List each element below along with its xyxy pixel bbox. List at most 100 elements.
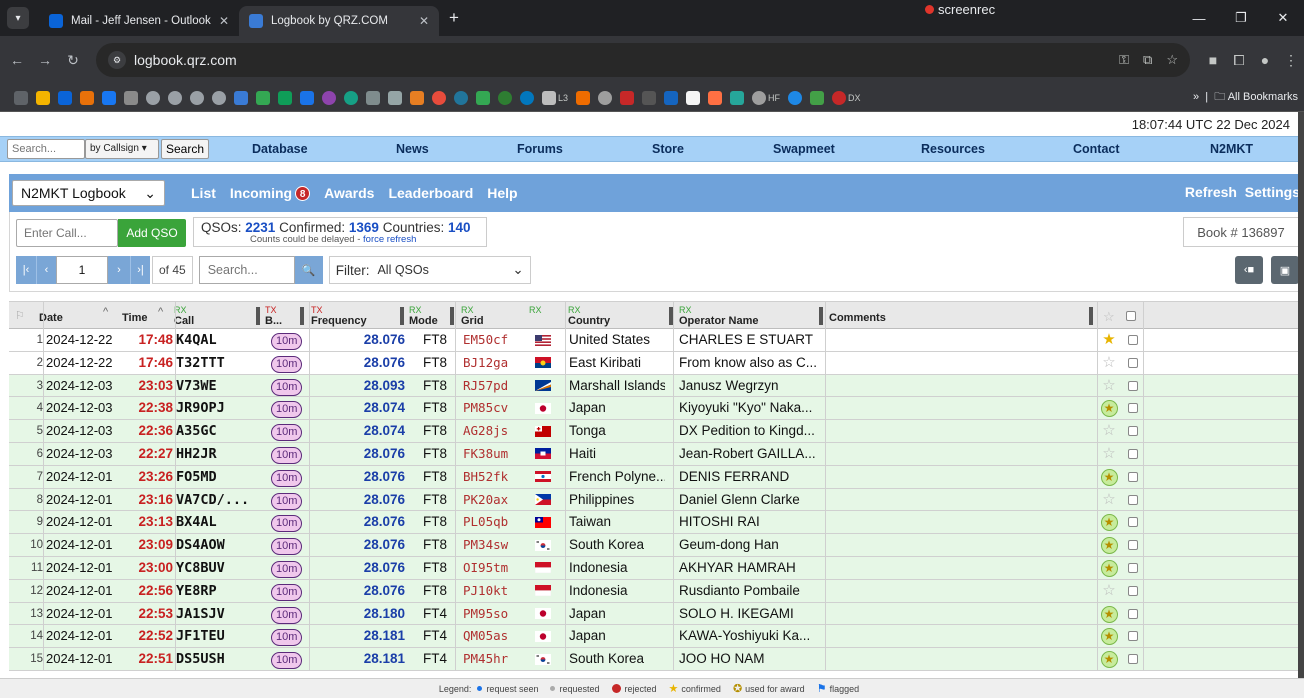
- bookmark-icon[interactable]: [234, 90, 248, 105]
- bookmark-label[interactable]: L3: [558, 93, 568, 103]
- search-icon[interactable]: 🔍: [294, 256, 323, 284]
- bookmark-icon[interactable]: [256, 90, 270, 105]
- bookmark-icon[interactable]: [388, 90, 402, 105]
- logbook-select[interactable]: N2MKT Logbook ⌄: [12, 180, 165, 206]
- column-resize-handle[interactable]: [450, 307, 454, 325]
- first-page-icon[interactable]: |‹: [16, 256, 36, 284]
- row-checkbox[interactable]: [1125, 397, 1141, 419]
- tab-search-icon[interactable]: ▾: [7, 7, 29, 29]
- checkbox[interactable]: [1128, 335, 1138, 345]
- used-for-award-icon[interactable]: ★: [1100, 537, 1118, 555]
- bookmark-icon[interactable]: [58, 90, 72, 105]
- column-resize-handle[interactable]: [400, 307, 404, 325]
- checkbox[interactable]: [1126, 311, 1136, 321]
- confirmation-status[interactable]: ☆: [1098, 489, 1120, 511]
- bookmark-icon[interactable]: [708, 90, 723, 105]
- site-search-button[interactable]: Search: [161, 139, 210, 159]
- menu-forums[interactable]: Forums: [517, 142, 563, 156]
- tab-outlook[interactable]: Mail - Jeff Jensen - Outlook ✕: [39, 6, 239, 36]
- nav-list[interactable]: List: [191, 185, 216, 201]
- bookmark-icon[interactable]: [752, 90, 767, 105]
- row-checkbox[interactable]: [1125, 511, 1141, 533]
- row-checkbox[interactable]: [1125, 534, 1141, 556]
- bookmark-icon[interactable]: [168, 90, 182, 105]
- col-country-label[interactable]: Country: [568, 315, 610, 327]
- column-resize-handle[interactable]: [1089, 307, 1093, 325]
- filter-value[interactable]: All QSOs: [377, 263, 512, 277]
- row-checkbox[interactable]: [1125, 648, 1141, 670]
- qso-callsign[interactable]: JR9OPJ: [175, 397, 267, 419]
- bookmark-icon[interactable]: [832, 90, 847, 105]
- row-checkbox[interactable]: [1125, 625, 1141, 647]
- confirmed-star-icon[interactable]: ★: [1102, 329, 1115, 351]
- refresh-link[interactable]: Refresh: [1185, 184, 1237, 200]
- menu-account[interactable]: N2MKT: [1210, 142, 1253, 156]
- site-info-icon[interactable]: ⚙: [108, 51, 126, 69]
- all-bookmarks-label[interactable]: All Bookmarks: [1228, 91, 1298, 103]
- export-icon[interactable]: ‹■: [1235, 256, 1263, 284]
- confirmation-status[interactable]: ★: [1098, 397, 1120, 419]
- confirmation-status[interactable]: ★: [1098, 603, 1120, 625]
- used-for-award-icon[interactable]: ★: [1100, 468, 1118, 486]
- row-checkbox[interactable]: [1125, 603, 1141, 625]
- col-frequency-label[interactable]: Frequency: [311, 315, 367, 327]
- nav-incoming-label[interactable]: Incoming: [230, 185, 292, 201]
- unconfirmed-star-icon[interactable]: ☆: [1102, 443, 1115, 465]
- table-row[interactable]: 3 2024-12-03 23:03 V73WE 10m 28.093 FT8 RJ57pd M…: [9, 374, 1304, 398]
- bookmark-icon[interactable]: [498, 90, 512, 105]
- unconfirmed-star-icon[interactable]: ☆: [1102, 580, 1115, 602]
- nav-awards[interactable]: Awards: [324, 185, 374, 201]
- bookmark-icon[interactable]: [190, 90, 204, 105]
- bookmark-star-icon[interactable]: ☆: [1166, 52, 1178, 68]
- qso-callsign[interactable]: FO5MD: [175, 466, 267, 488]
- row-checkbox[interactable]: [1125, 489, 1141, 511]
- checkbox[interactable]: [1128, 562, 1138, 573]
- bookmark-icon[interactable]: [344, 90, 358, 105]
- confirmation-status[interactable]: ☆: [1098, 352, 1120, 374]
- used-for-award-icon[interactable]: ★: [1100, 651, 1118, 669]
- qso-callsign[interactable]: JA1SJV: [175, 603, 267, 625]
- bookmark-icon[interactable]: [542, 90, 556, 105]
- menu-contact[interactable]: Contact: [1073, 142, 1120, 156]
- col-call-label[interactable]: Call: [174, 315, 194, 327]
- bookmark-icon[interactable]: [146, 90, 160, 105]
- tab-logbook[interactable]: Logbook by QRZ.COM ✕: [239, 6, 439, 36]
- checkbox[interactable]: [1128, 517, 1138, 528]
- checkbox[interactable]: [1128, 426, 1138, 437]
- table-row[interactable]: 15 2024-12-01 22:51 DS5USH 10m 28.181 FT4 PM45h…: [9, 648, 1304, 671]
- table-row[interactable]: 14 2024-12-01 22:52 JF1TEU 10m 28.181 FT4 QM05a…: [9, 625, 1304, 649]
- row-checkbox[interactable]: [1125, 466, 1141, 488]
- kebab-menu-icon[interactable]: ⋮: [1278, 52, 1304, 69]
- used-for-award-icon[interactable]: ★: [1100, 514, 1118, 532]
- install-app-icon[interactable]: ⧉: [1143, 52, 1152, 68]
- checkbox[interactable]: [1128, 471, 1138, 482]
- checkbox[interactable]: [1128, 403, 1138, 414]
- restore-icon[interactable]: ❐: [1220, 10, 1262, 26]
- bookmark-icon[interactable]: [410, 90, 424, 105]
- confirmation-status[interactable]: ★: [1098, 511, 1120, 533]
- back-icon[interactable]: ←: [6, 52, 28, 68]
- qso-callsign[interactable]: DS5USH: [175, 648, 267, 670]
- bookmark-icon[interactable]: [212, 90, 226, 105]
- column-resize-handle[interactable]: [300, 307, 304, 325]
- qso-callsign[interactable]: T32TTT: [175, 352, 267, 374]
- row-checkbox[interactable]: [1125, 443, 1141, 465]
- row-checkbox[interactable]: [1125, 580, 1141, 602]
- qso-callsign[interactable]: V73WE: [175, 375, 267, 397]
- password-key-icon[interactable]: ⚿: [1119, 52, 1129, 68]
- next-page-icon[interactable]: ›: [108, 256, 130, 284]
- enter-call-input[interactable]: [16, 219, 118, 247]
- omnibox[interactable]: ⚙ logbook.qrz.com ⚿ ⧉ ☆: [96, 43, 1190, 77]
- col-grid-label[interactable]: Grid: [461, 315, 484, 327]
- column-resize-handle[interactable]: [256, 307, 260, 325]
- all-bookmarks[interactable]: » | 🗀 All Bookmarks: [1193, 88, 1304, 107]
- table-row[interactable]: 9 2024-12-01 23:13 BX4AL 10m 28.076 FT8 PL05qb T…: [9, 511, 1304, 535]
- checkbox[interactable]: [1128, 654, 1138, 665]
- maps-icon[interactable]: [476, 90, 490, 105]
- checkbox[interactable]: [1128, 380, 1138, 391]
- table-row[interactable]: 11 2024-12-01 23:00 YC8BUV 10m 28.076 FT8 OI95t…: [9, 556, 1304, 580]
- checkbox[interactable]: [1128, 585, 1138, 596]
- used-for-award-icon[interactable]: ★: [1100, 628, 1118, 646]
- add-qso-button[interactable]: Add QSO: [118, 219, 186, 247]
- confirmation-status[interactable]: ★: [1098, 625, 1120, 647]
